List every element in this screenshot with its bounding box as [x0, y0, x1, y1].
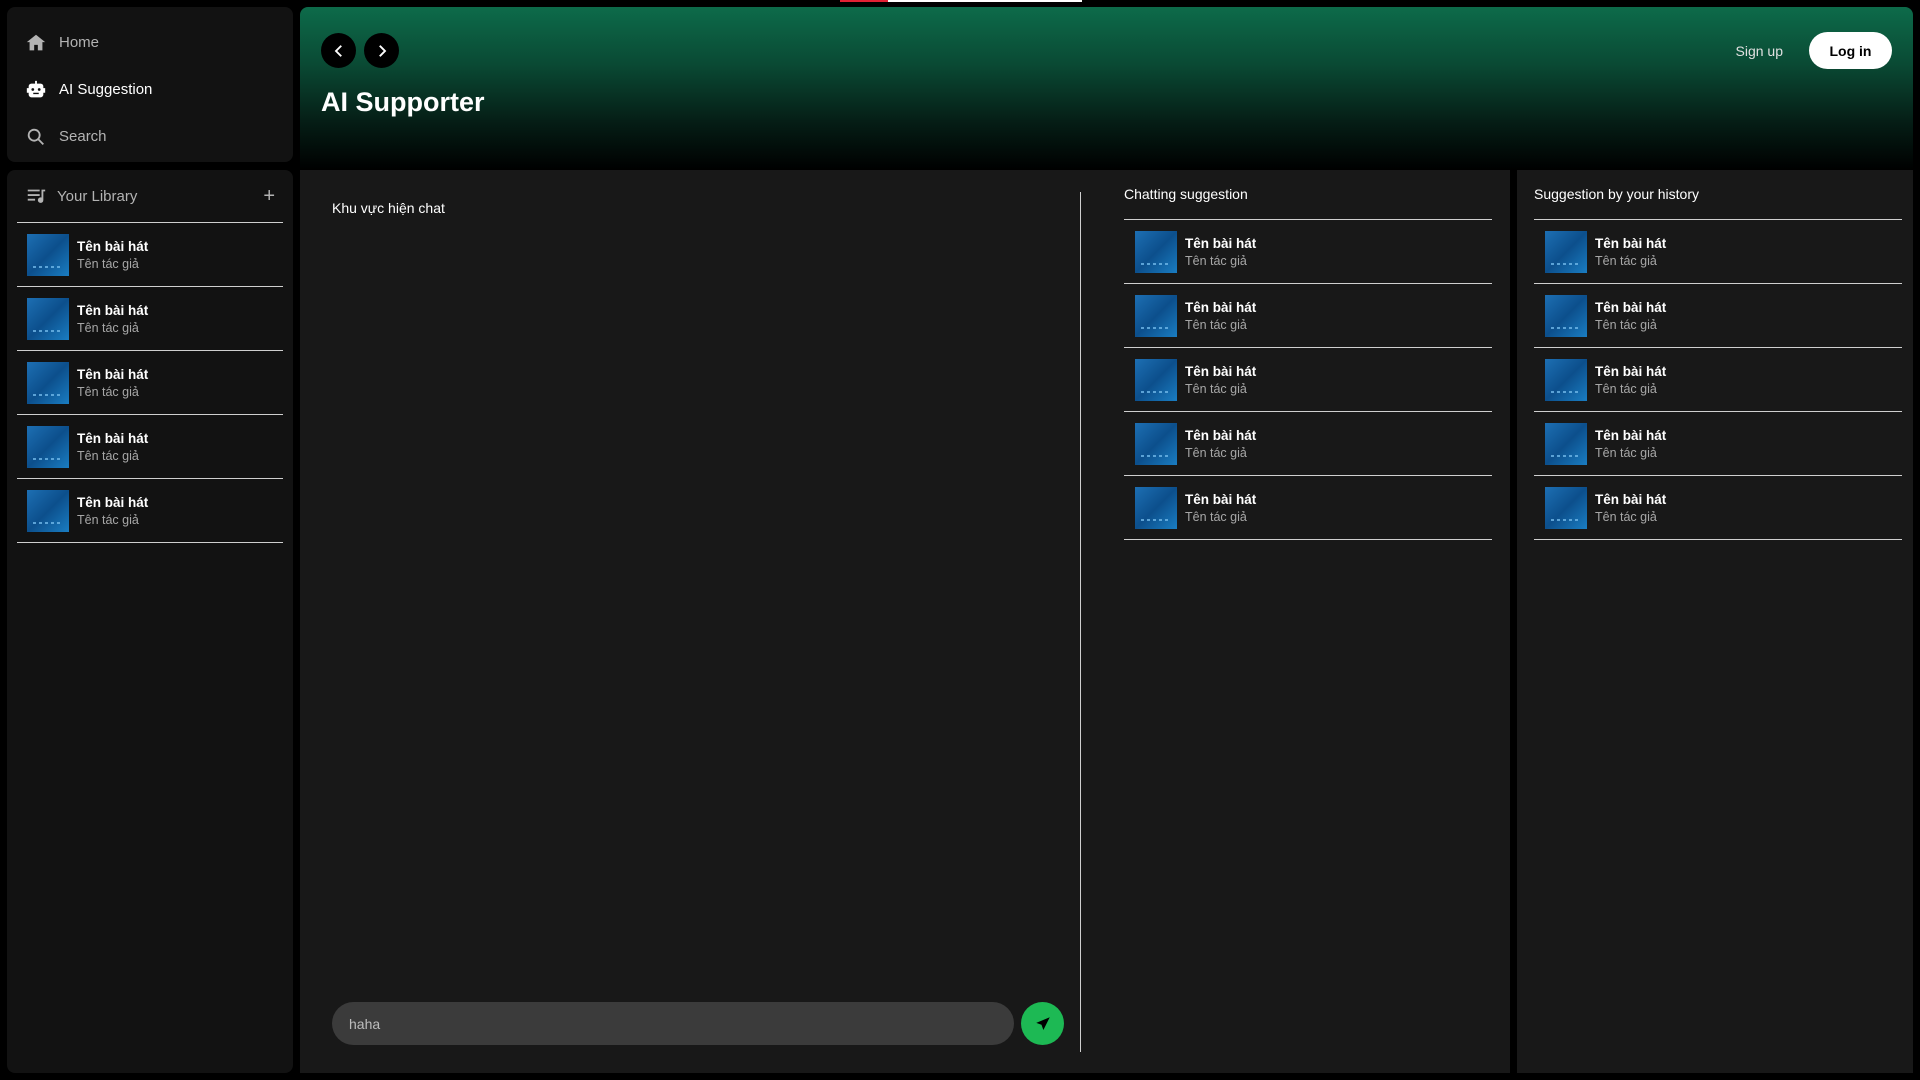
library-title[interactable]: Your Library: [57, 188, 137, 205]
song-cover: [1545, 294, 1587, 337]
song-artist: Tên tác giả: [1595, 317, 1657, 332]
send-icon: [1035, 1016, 1050, 1030]
song-title: Tên bài hát: [77, 430, 149, 446]
chat-input[interactable]: [332, 1002, 1014, 1045]
song-title: Tên bài hát: [1595, 235, 1667, 251]
sidebar-nav: Home AI Suggestion Search: [7, 7, 293, 162]
library-header: Your Library +: [17, 170, 283, 222]
suggestion-song-item[interactable]: Tên bài hát Tên tác giả: [1534, 220, 1902, 284]
page-header: AI Supporter Sign up Log in: [300, 7, 1913, 170]
sidebar-item-label: Search: [59, 128, 107, 145]
add-icon[interactable]: +: [263, 186, 275, 206]
song-cover: [27, 489, 69, 532]
song-cover: [27, 425, 69, 468]
history-suggestion-title: Suggestion by your history: [1534, 170, 1902, 220]
song-title: Tên bài hát: [1595, 491, 1667, 507]
song-artist: Tên tác giả: [77, 384, 139, 399]
song-artist: Tên tác giả: [77, 320, 139, 335]
song-artist: Tên tác giả: [1185, 381, 1247, 396]
robot-icon: [25, 78, 59, 102]
history-nav: [321, 33, 399, 68]
song-title: Tên bài hát: [77, 494, 149, 510]
history-suggestion-column: Suggestion by your history Tên bài hát Tê…: [1534, 170, 1902, 540]
song-title: Tên bài hát: [1595, 299, 1667, 315]
chat-divider: [1080, 192, 1081, 1052]
library-song-item[interactable]: Tên bài hát Tên tác giả: [17, 415, 283, 479]
library-icon: [25, 184, 57, 208]
suggestion-song-item[interactable]: Tên bài hát Tên tác giả: [1534, 476, 1902, 540]
song-artist: Tên tác giả: [1185, 445, 1247, 460]
suggestion-song-item[interactable]: Tên bài hát Tên tác giả: [1534, 412, 1902, 476]
library-song-item[interactable]: Tên bài hát Tên tác giả: [17, 223, 283, 287]
send-button[interactable]: [1021, 1002, 1064, 1045]
back-button[interactable]: [321, 33, 356, 68]
suggestion-song-item[interactable]: Tên bài hát Tên tác giả: [1124, 476, 1492, 540]
song-title: Tên bài hát: [1185, 235, 1257, 251]
song-title: Tên bài hát: [1595, 427, 1667, 443]
song-title: Tên bài hát: [1595, 363, 1667, 379]
chatting-suggestion-title: Chatting suggestion: [1124, 170, 1492, 220]
suggestion-song-item[interactable]: Tên bài hát Tên tác giả: [1534, 348, 1902, 412]
signup-button[interactable]: Sign up: [1736, 43, 1783, 59]
sidebar-item-label: AI Suggestion: [59, 81, 153, 98]
song-title: Tên bài hát: [77, 366, 149, 382]
song-title: Tên bài hát: [1185, 299, 1257, 315]
song-title: Tên bài hát: [1185, 427, 1257, 443]
library-song-item[interactable]: Tên bài hát Tên tác giả: [17, 479, 283, 543]
chat-area-label: Khu vực hiện chat: [332, 200, 445, 216]
sidebar-item-search[interactable]: Search: [7, 113, 293, 160]
song-cover: [1545, 230, 1587, 273]
song-cover: [1135, 294, 1177, 337]
song-cover: [27, 233, 69, 276]
song-artist: Tên tác giả: [1185, 317, 1247, 332]
suggestion-song-item[interactable]: Tên bài hát Tên tác giả: [1124, 412, 1492, 476]
song-cover: [1545, 422, 1587, 465]
login-button[interactable]: Log in: [1809, 32, 1892, 69]
song-cover: [27, 297, 69, 340]
chatting-suggestion-column: Chatting suggestion Tên bài hát Tên tác g…: [1124, 170, 1492, 540]
song-artist: Tên tác giả: [77, 448, 139, 463]
library-song-item[interactable]: Tên bài hát Tên tác giả: [17, 287, 283, 351]
chevron-left-icon: [334, 44, 342, 57]
song-cover: [27, 361, 69, 404]
song-artist: Tên tác giả: [77, 256, 139, 271]
song-artist: Tên tác giả: [1595, 445, 1657, 460]
song-title: Tên bài hát: [77, 238, 149, 254]
chevron-right-icon: [378, 44, 386, 57]
page-title: AI Supporter: [321, 87, 485, 117]
song-cover: [1135, 422, 1177, 465]
sidebar-item-label: Home: [59, 34, 100, 51]
song-title: Tên bài hát: [1185, 491, 1257, 507]
song-artist: Tên tác giả: [1185, 253, 1247, 268]
page-load-progress: [840, 0, 1082, 2]
song-cover: [1135, 230, 1177, 273]
song-cover: [1545, 358, 1587, 401]
song-cover: [1545, 486, 1587, 529]
song-artist: Tên tác giả: [1595, 509, 1657, 524]
auth-actions: Sign up Log in: [1736, 32, 1892, 69]
progress-fill: [840, 0, 888, 2]
home-icon: [25, 31, 59, 55]
song-cover: [1135, 486, 1177, 529]
library-panel: Your Library + Tên bài hát Tên tác giả Tê…: [7, 170, 293, 1073]
song-cover: [1135, 358, 1177, 401]
forward-button[interactable]: [364, 33, 399, 68]
song-artist: Tên tác giả: [1185, 509, 1247, 524]
sidebar-item-ai-suggestion[interactable]: AI Suggestion: [7, 66, 293, 113]
suggestion-song-item[interactable]: Tên bài hát Tên tác giả: [1534, 284, 1902, 348]
suggestion-song-item[interactable]: Tên bài hát Tên tác giả: [1124, 284, 1492, 348]
song-artist: Tên tác giả: [1595, 381, 1657, 396]
song-title: Tên bài hát: [77, 302, 149, 318]
library-song-list: Tên bài hát Tên tác giả Tên bài hát Tên tá…: [17, 222, 283, 543]
search-icon: [25, 125, 59, 149]
song-artist: Tên tác giả: [1595, 253, 1657, 268]
sidebar-item-home[interactable]: Home: [7, 19, 293, 66]
suggestion-song-item[interactable]: Tên bài hát Tên tác giả: [1124, 220, 1492, 284]
song-artist: Tên tác giả: [77, 512, 139, 527]
suggestion-song-item[interactable]: Tên bài hát Tên tác giả: [1124, 348, 1492, 412]
library-song-item[interactable]: Tên bài hát Tên tác giả: [17, 351, 283, 415]
song-title: Tên bài hát: [1185, 363, 1257, 379]
